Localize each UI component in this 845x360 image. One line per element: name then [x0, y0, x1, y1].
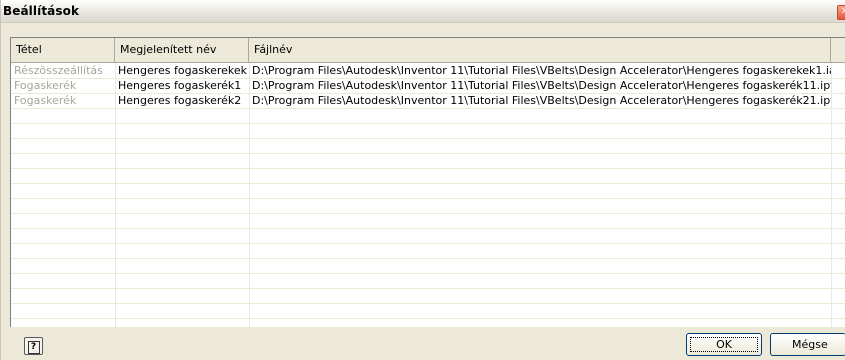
table-row[interactable]: Fogaskerék Hengeres fogaskerék1 D:\Progr… [11, 78, 845, 94]
empty-table-row [11, 198, 845, 214]
column-header-file-name[interactable]: Fájlnév [249, 38, 831, 62]
file-name-cell: D:\Program Files\Autodesk\Inventor 11\Tu… [252, 94, 831, 107]
empty-table-row [11, 108, 845, 124]
empty-table-row [11, 183, 845, 199]
window-title: Beállítások [3, 4, 80, 18]
empty-table-row [11, 213, 845, 229]
title-bar[interactable]: Beállítások ✕ [1, 0, 845, 23]
column-header-item[interactable]: Tétel [11, 38, 115, 62]
table-row[interactable]: Részösszeállítás Hengeres fogaskerekek D… [11, 63, 845, 79]
empty-table-row [11, 168, 845, 184]
empty-table-row [11, 318, 845, 327]
item-cell: Fogaskerék [14, 94, 77, 107]
item-cell: Részösszeállítás [14, 64, 103, 77]
empty-table-row [11, 258, 845, 274]
empty-table-row [11, 303, 845, 319]
dialog-button-bar: ? OK Mégse [1, 327, 845, 360]
close-icon[interactable]: ✕ [837, 5, 845, 20]
display-name-cell: Hengeres fogaskerék1 [118, 79, 242, 92]
file-name-cell: D:\Program Files\Autodesk\Inventor 11\Tu… [252, 64, 831, 77]
table-header: Tétel Megjelenített név Fájlnév [11, 38, 845, 63]
settings-dialog: Beállítások ✕ Tétel Megjelenített név Fá… [0, 0, 845, 360]
display-name-cell: Hengeres fogaskerekek [118, 64, 248, 77]
column-header-display-name[interactable]: Megjelenített név [115, 38, 249, 62]
empty-table-row [11, 138, 845, 154]
cancel-button[interactable]: Mégse [770, 333, 845, 356]
table-row[interactable]: Fogaskerék Hengeres fogaskerék2 D:\Progr… [11, 93, 845, 109]
empty-table-row [11, 228, 845, 244]
empty-table-row [11, 273, 845, 289]
empty-table-row [11, 153, 845, 169]
help-button[interactable]: ? [24, 337, 43, 355]
item-cell: Fogaskerék [14, 79, 77, 92]
file-name-cell: D:\Program Files\Autodesk\Inventor 11\Tu… [252, 79, 831, 92]
components-table: Tétel Megjelenített név Fájlnév Részössz… [10, 37, 845, 327]
empty-table-row [11, 123, 845, 139]
display-name-cell: Hengeres fogaskerék2 [118, 94, 242, 107]
empty-table-row [11, 243, 845, 259]
help-icon: ? [27, 341, 40, 354]
column-header-extra [831, 38, 845, 62]
ok-button[interactable]: OK [686, 333, 762, 356]
cancel-button-label: Mégse [792, 338, 828, 351]
empty-table-row [11, 288, 845, 304]
focus-rectangle [690, 337, 758, 352]
